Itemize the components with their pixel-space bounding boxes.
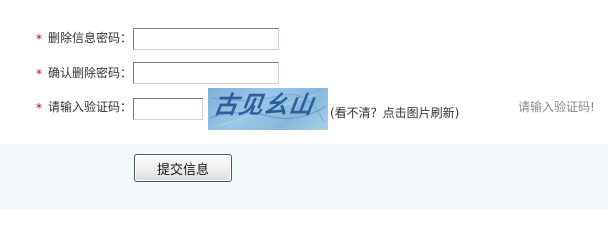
delete-password-input[interactable] (133, 28, 279, 50)
submit-button[interactable]: 提交信息 (134, 154, 232, 182)
form-area: * 删除信息密码： * 确认删除密码： * 请输入验证码： 古见幺山 (看不清？… (0, 0, 608, 144)
required-mark: * (36, 67, 42, 81)
captcha-label: 请输入验证码： (48, 100, 133, 114)
delete-password-label: 删除信息密码： (48, 31, 133, 45)
submit-band (0, 144, 608, 209)
confirm-password-label: 确认删除密码： (48, 66, 133, 80)
captcha-input[interactable] (133, 98, 203, 120)
confirm-password-input[interactable] (133, 62, 279, 84)
captcha-image[interactable]: 古见幺山 (208, 88, 328, 130)
delete-password-row: * 删除信息密码： (0, 27, 608, 51)
captcha-side-hint: 请输入验证码! (518, 100, 595, 114)
required-mark: * (36, 32, 42, 46)
captcha-refresh-hint[interactable]: (看不清？点击图片刷新) (330, 105, 459, 121)
captcha-text: 古见幺山 (212, 90, 317, 119)
confirm-password-row: * 确认删除密码： (0, 62, 608, 86)
required-mark: * (36, 101, 42, 115)
